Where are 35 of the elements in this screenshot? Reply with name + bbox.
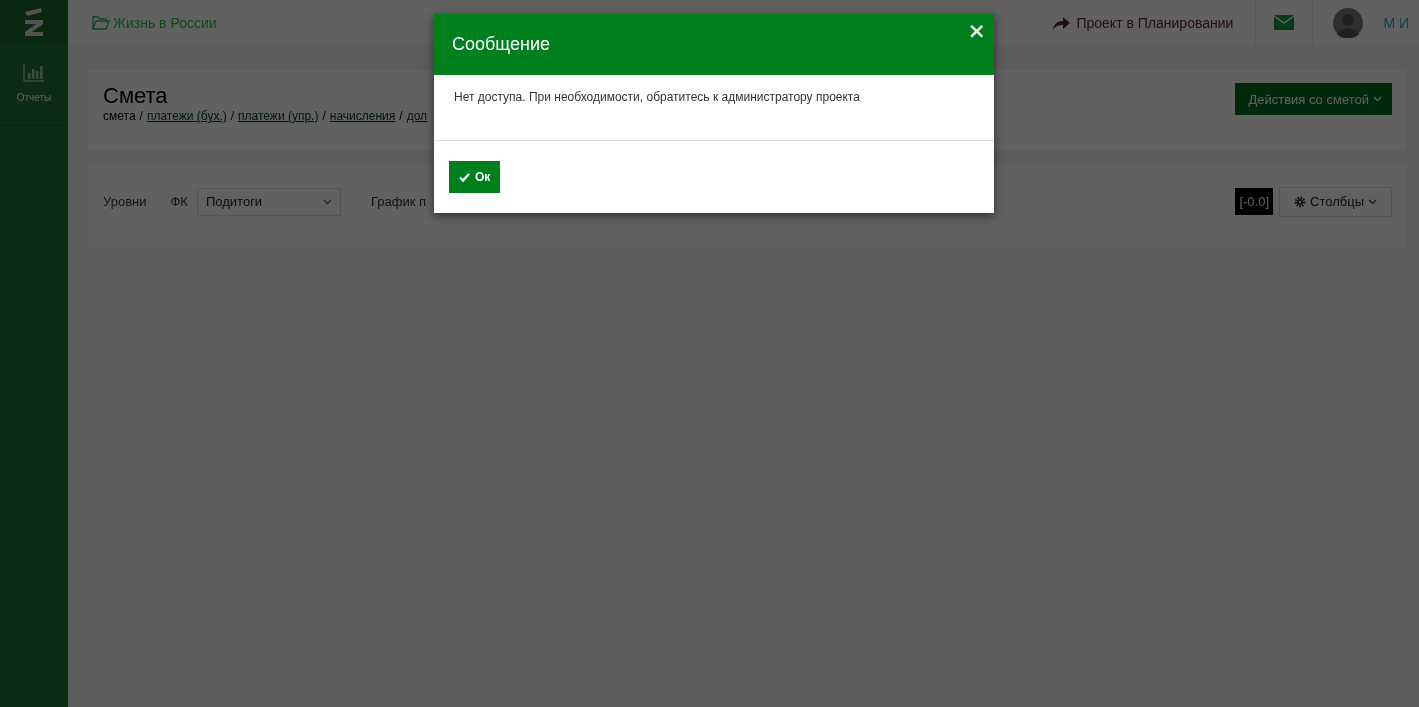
- page-title: Смета: [103, 83, 168, 109]
- folder-icon: [92, 15, 110, 30]
- dialog-title: Сообщение: [452, 34, 550, 55]
- check-icon: [459, 172, 470, 182]
- project-link[interactable]: Жизнь в России: [92, 14, 217, 31]
- actions-dropdown-button[interactable]: Действия со сметой: [1235, 83, 1392, 115]
- mail-icon[interactable]: [1274, 15, 1295, 30]
- breadcrumb-separator: /: [139, 109, 143, 123]
- columns-dropdown-button[interactable]: Столбцы: [1279, 186, 1392, 217]
- fk-label: ФК: [170, 194, 188, 209]
- avatar-icon[interactable]: [1333, 7, 1364, 38]
- breadcrumb-separator: /: [230, 109, 235, 123]
- bar-chart-icon: [23, 63, 45, 82]
- close-button[interactable]: ×: [967, 20, 986, 42]
- breadcrumb-link[interactable]: платежи (упр.): [238, 109, 319, 123]
- ok-button[interactable]: Ок: [449, 161, 501, 193]
- user-name[interactable]: М И: [1383, 14, 1409, 31]
- breadcrumb-link[interactable]: дол: [406, 109, 428, 123]
- caret-icon: [322, 198, 332, 205]
- dialog-message: Нет доступа. При необходимости, обратитесь к администратору проекта: [454, 90, 861, 104]
- fk-select[interactable]: Подитоги: [196, 187, 341, 216]
- project-status-link[interactable]: Проект в Планировании: [1052, 14, 1256, 31]
- breadcrumb-separator: /: [399, 109, 403, 123]
- schedule-label: График п: [370, 194, 427, 209]
- breadcrumb-link[interactable]: начисления: [329, 109, 396, 123]
- breadcrumb-link[interactable]: платежи (бух.): [146, 109, 227, 123]
- gear-icon: [1294, 195, 1307, 208]
- levels-label: Уровни: [103, 194, 147, 209]
- breadcrumb-item: смета: [103, 109, 136, 123]
- sidebar-item[interactable]: Отчеты: [0, 44, 68, 123]
- breadcrumb-separator: /: [322, 109, 326, 123]
- caret-icon: [1368, 198, 1377, 205]
- total-badge: [-0.0]: [1235, 188, 1274, 215]
- share-arrow-icon: [1052, 15, 1071, 30]
- caret-icon: [1373, 96, 1382, 102]
